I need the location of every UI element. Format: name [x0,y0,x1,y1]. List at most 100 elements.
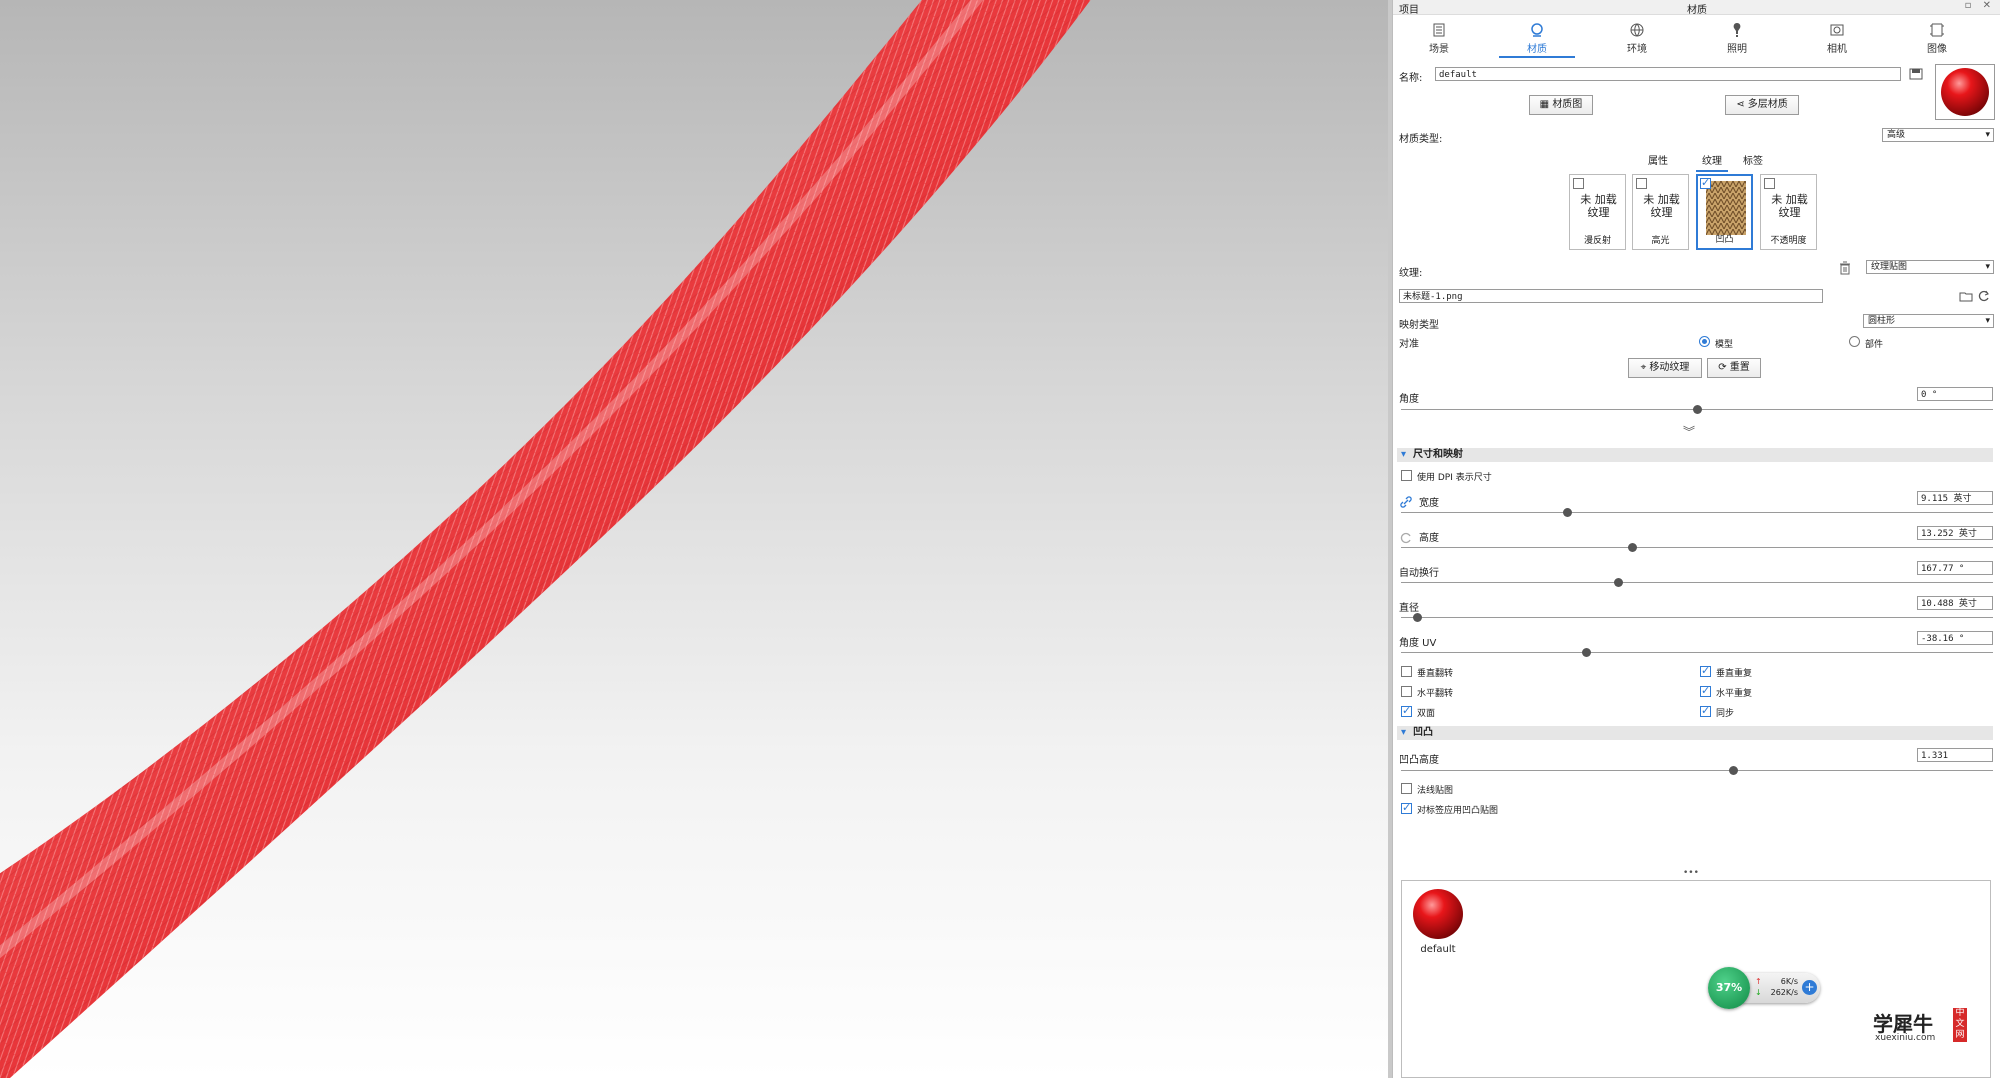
library-material-item[interactable]: default [1408,887,1468,955]
camera-icon [1830,24,1844,36]
slot-opacity[interactable]: 未 加载 纹理 不透明度 [1760,174,1817,250]
texture-file-input[interactable]: 未标题-1.png [1399,289,1823,303]
material-thumbnail[interactable] [1935,64,1995,120]
repeat-horizontal-checkbox[interactable] [1700,684,1711,697]
slot-checkbox[interactable] [1636,178,1647,189]
height-input[interactable]: 13.252 英寸 [1917,526,1993,540]
apply-label-bump-label: 对标签应用凹凸贴图 [1417,806,1499,816]
slider-knob[interactable] [1562,508,1572,517]
normal-map-checkbox[interactable] [1401,783,1412,794]
resize-handle[interactable]: ••• [1683,868,1699,878]
lighting-icon [1733,23,1741,37]
tab-material[interactable]: 材质 [1499,18,1575,58]
tab-lighting[interactable]: 照明 [1699,18,1775,56]
section-bump[interactable]: 凹凸 [1397,726,1993,740]
auto-wrap-input[interactable]: 167.77 ° [1917,561,1993,575]
sync-icon[interactable] [1399,531,1413,545]
angle-slider[interactable] [1401,405,1993,414]
rope-braid-texture [0,0,1091,1078]
angle-uv-slider[interactable] [1401,648,1993,657]
width-slider[interactable] [1401,508,1993,517]
material-name-input[interactable]: default [1435,67,1901,81]
texture-label: 纹理: [1399,268,1423,279]
panel-tabs: 场景 材质 环境 照明 相机 图像 [1393,18,2000,58]
normal-map-label: 法线贴图 [1417,786,1454,796]
slider-knob[interactable] [1581,648,1591,657]
slot-empty-text: 未 加载 纹理 [1643,193,1680,219]
diameter-slider[interactable] [1401,613,1993,622]
subtab-texture[interactable]: 纹理 [1696,152,1728,172]
texture-type-dropdown[interactable]: 纹理贴图 [1866,260,1994,274]
sync-label: 同步 [1716,709,1735,719]
tab-image[interactable]: 图像 [1899,18,1975,56]
section-size-mapping[interactable]: 尺寸和映射 [1397,448,1993,462]
height-slider[interactable] [1401,543,1993,552]
height-label: 高度 [1419,533,1439,544]
slot-caption: 漫反射 [1583,236,1611,246]
refresh-icon[interactable] [1977,289,1991,303]
slider-knob[interactable] [1627,543,1637,552]
angle-uv-input[interactable]: -38.16 ° [1917,631,1993,645]
slider-knob[interactable] [1693,405,1702,414]
subtab-labels[interactable]: 标签 [1743,152,1763,167]
tab-camera[interactable]: 相机 [1799,18,1875,56]
button-label: 重置 [1729,362,1750,373]
slot-checkbox[interactable] [1764,178,1775,189]
slot-checkbox[interactable] [1573,178,1584,189]
align-part-radio[interactable] [1849,336,1860,347]
width-input[interactable]: 9.115 英寸 [1917,491,1993,505]
download-speed: 262K/s [1770,988,1798,997]
slot-specular[interactable]: 未 加载 纹理 高光 [1632,174,1689,250]
flip-horizontal-checkbox[interactable] [1401,686,1412,697]
link-icon[interactable] [1399,495,1413,509]
trash-icon[interactable] [1838,261,1852,275]
slider-knob[interactable] [1728,766,1738,775]
repeat-vertical-label: 垂直重复 [1716,669,1753,679]
reset-button[interactable]: ⟳ 重置 [1707,358,1761,378]
watermark-badge: 中文网 [1953,1008,1967,1042]
multi-layer-material-button[interactable]: ⋖ 多层材质 [1725,95,1799,115]
align-part-label: 部件 [1865,340,1884,350]
repeat-vertical-checkbox[interactable] [1700,664,1711,677]
subtab-properties[interactable]: 属性 [1648,152,1668,167]
slot-checkbox[interactable] [1700,176,1711,189]
save-icon[interactable] [1909,67,1923,81]
bump-height-input[interactable]: 1.331 [1917,748,1993,762]
plus-icon[interactable]: + [1802,980,1817,995]
sync-checkbox[interactable] [1700,704,1711,717]
library-material-name: default [1420,944,1456,955]
two-sided-label: 双面 [1417,709,1436,719]
watermark-url: xuexiniu.com [1875,1033,1936,1043]
cpu-percent-badge: 37% [1708,967,1750,1009]
bump-height-slider[interactable] [1401,766,1993,775]
share-icon: ⋖ [1736,99,1748,110]
slot-diffuse[interactable]: 未 加载 纹理 漫反射 [1569,174,1626,250]
network-speed-widget[interactable]: 37% ↑ 6K/s ↓ 262K/s + [1708,967,1824,1009]
two-sided-checkbox[interactable] [1401,704,1412,717]
window-controls[interactable]: ▫ ✕ [1965,0,1995,11]
render-viewport[interactable] [0,0,1388,1078]
slot-bump[interactable]: 凹凸 [1696,174,1753,250]
flip-horizontal-label: 水平翻转 [1417,689,1454,699]
mapping-type-dropdown[interactable]: 圆柱形 [1863,314,1994,328]
align-model-label: 模型 [1715,340,1734,350]
diameter-input[interactable]: 10.488 英寸 [1917,596,1993,610]
move-texture-button[interactable]: ⌖ 移动纹理 [1628,358,1702,378]
tab-scene[interactable]: 场景 [1401,18,1477,56]
material-graph-button[interactable]: ▦ 材质图 [1529,95,1593,115]
align-model-radio[interactable] [1699,336,1710,347]
diameter-label: 直径 [1399,603,1419,614]
slider-knob[interactable] [1613,578,1623,587]
button-label: 移动纹理 [1649,362,1690,373]
apply-label-bump-checkbox[interactable] [1401,801,1412,814]
auto-wrap-slider[interactable] [1401,578,1993,587]
folder-icon[interactable] [1959,289,1973,303]
material-type-dropdown[interactable]: 高级 [1882,128,1994,142]
flip-vertical-checkbox[interactable] [1401,666,1412,677]
use-dpi-checkbox[interactable] [1401,470,1412,481]
slot-caption: 高光 [1651,236,1670,246]
slider-knob[interactable] [1412,613,1422,622]
tab-environment[interactable]: 环境 [1599,18,1675,56]
expand-chevron-icon[interactable]: ︾ [1683,423,1695,440]
angle-input[interactable]: 0 ° [1917,387,1993,401]
